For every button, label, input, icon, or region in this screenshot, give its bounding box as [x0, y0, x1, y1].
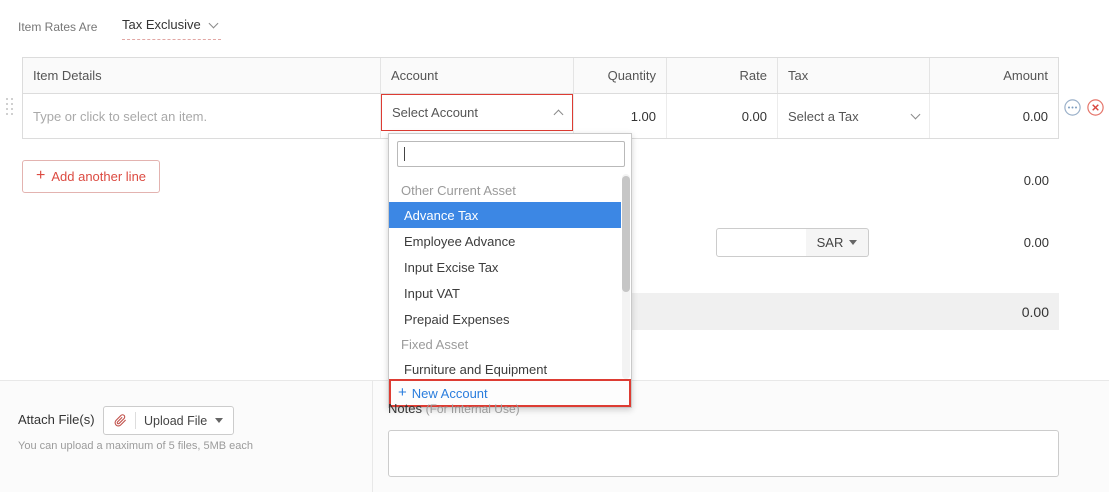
tax-mode-value: Tax Exclusive — [122, 17, 201, 32]
account-cell: Select Account — [380, 94, 573, 138]
total-value: 0.00 — [1022, 304, 1049, 320]
currency-code: SAR — [817, 235, 844, 250]
adjustment-row-value: 0.00 — [1024, 235, 1049, 250]
section-divider — [372, 380, 373, 492]
button-divider — [135, 412, 136, 429]
col-header-account: Account — [380, 58, 573, 93]
notes-label-hint: (For Internal Use) — [426, 402, 520, 416]
new-account-label: New Account — [412, 386, 488, 401]
account-option[interactable]: Input Excise Tax — [389, 254, 621, 280]
line-amount-value: 0.00 — [930, 109, 1058, 124]
subtotal-value: 0.00 — [1024, 173, 1049, 188]
account-search-input[interactable] — [397, 141, 625, 167]
scrollbar-thumb[interactable] — [622, 176, 630, 292]
caret-down-icon — [849, 240, 857, 245]
adjustment-input[interactable] — [716, 228, 807, 257]
plus-icon: + — [398, 385, 407, 400]
row-delete-icon[interactable] — [1087, 99, 1104, 116]
account-select-field[interactable]: Select Account — [381, 94, 573, 131]
rate-cell — [666, 94, 777, 138]
tax-cell: Select a Tax — [777, 94, 929, 138]
upload-file-button[interactable]: Upload File — [103, 406, 234, 435]
col-header-tax: Tax — [777, 58, 929, 93]
item-details-cell — [23, 94, 380, 138]
account-search-wrap — [397, 141, 625, 167]
account-group-label: Fixed Asset — [389, 332, 621, 356]
col-header-item-details: Item Details — [23, 58, 380, 93]
upload-file-label: Upload File — [144, 414, 207, 428]
attach-files-label: Attach File(s) — [18, 412, 95, 427]
quantity-input[interactable] — [574, 109, 666, 124]
add-line-label: Add another line — [51, 169, 146, 184]
chevron-down-icon — [208, 18, 218, 28]
currency-select-button[interactable]: SAR — [806, 228, 869, 257]
notes-textarea[interactable] — [388, 430, 1059, 477]
account-option-selected[interactable]: Advance Tax — [389, 202, 621, 228]
item-select-input[interactable] — [23, 109, 380, 124]
chevron-up-icon — [554, 110, 564, 120]
account-option[interactable]: Furniture and Equipment — [389, 356, 621, 379]
account-option[interactable]: Input VAT — [389, 280, 621, 306]
row-drag-handle-icon[interactable] — [6, 98, 13, 115]
caret-down-icon — [215, 418, 223, 423]
amount-cell: 0.00 — [929, 94, 1058, 138]
table-row: Select Account Select a Tax 0.00 — [23, 94, 1058, 138]
table-header-row: Item Details Account Quantity Rate Tax A… — [23, 58, 1058, 94]
col-header-amount: Amount — [929, 58, 1058, 93]
add-another-line-button[interactable]: + Add another line — [22, 160, 160, 193]
tax-mode-dropdown[interactable]: Tax Exclusive — [122, 16, 221, 40]
scrollbar-track — [622, 174, 630, 379]
account-option[interactable]: Prepaid Expenses — [389, 306, 621, 332]
quantity-cell — [573, 94, 666, 138]
chevron-down-icon — [911, 110, 921, 120]
col-header-quantity: Quantity — [573, 58, 666, 93]
rate-input[interactable] — [667, 109, 777, 124]
line-items-table: Item Details Account Quantity Rate Tax A… — [22, 57, 1059, 139]
account-select-value: Select Account — [392, 105, 478, 120]
account-dropdown-panel: Other Current Asset Advance Tax Employee… — [388, 133, 632, 408]
line-items-editor: Item Rates Are Tax Exclusive Item Detail… — [0, 0, 1109, 492]
account-options-list: Other Current Asset Advance Tax Employee… — [389, 174, 621, 379]
tax-select-field[interactable]: Select a Tax — [778, 109, 929, 124]
tax-select-value: Select a Tax — [788, 109, 859, 124]
notes-label-main: Notes — [388, 401, 422, 416]
notes-label: Notes (For Internal Use) — [388, 401, 520, 416]
item-rates-label: Item Rates Are — [18, 20, 97, 34]
upload-hint-text: You can upload a maximum of 5 files, 5MB… — [18, 440, 253, 452]
account-option[interactable]: Employee Advance — [389, 228, 621, 254]
text-cursor — [404, 147, 405, 161]
paperclip-icon — [114, 414, 127, 427]
col-header-rate: Rate — [666, 58, 777, 93]
plus-icon: + — [36, 168, 45, 184]
row-more-options-icon[interactable] — [1064, 99, 1081, 116]
account-group-label: Other Current Asset — [389, 178, 621, 202]
